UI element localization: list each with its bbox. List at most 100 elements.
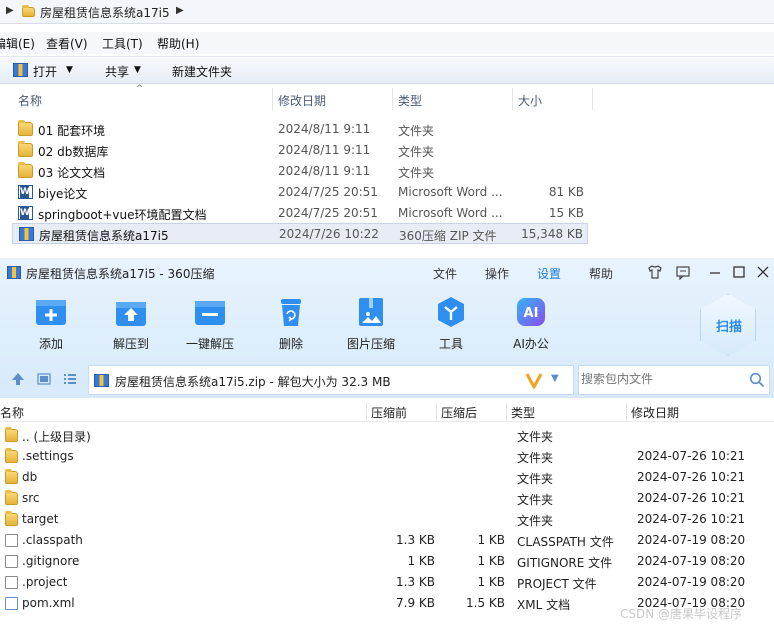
folder-icon [5,490,18,505]
table-row[interactable]: .. (上级目录) 文件夹 [0,425,774,446]
word-document-icon [18,185,33,199]
column-size[interactable]: 大小 [518,92,542,109]
folder-icon [5,511,18,526]
table-row[interactable]: .classpath 1.3 KB 1 KB CLASSPATH 文件 2024… [0,530,774,551]
app-logo-icon [7,266,21,279]
chevron-down-icon[interactable]: ▼ [66,65,73,75]
column-before[interactable]: 压缩前 [371,404,407,421]
chevron-right-icon[interactable]: ▶ [6,5,14,16]
chevron-down-icon[interactable]: ▼ [134,65,141,75]
breadcrumb[interactable]: 房屋租赁信息系统a17i5 [40,4,170,21]
menu-help[interactable]: 帮助(H) [157,35,199,52]
extract-to-icon [115,296,147,328]
list-item-selected[interactable]: 房屋租赁信息系统a17i5 2024/7/26 10:22 360压缩 ZIP … [12,223,588,244]
skin-icon[interactable] [647,264,663,284]
tools-button[interactable]: 工具 [421,296,481,356]
menu-file[interactable]: 文件 [433,265,457,282]
list-item[interactable]: biye论文 2024/7/25 20:51 Microsoft Word ..… [12,182,588,203]
add-button[interactable]: 添加 [21,296,81,356]
column-date[interactable]: 修改日期 [278,92,326,109]
file-icon [5,576,18,589]
tools-icon [435,296,467,328]
table-row[interactable]: target 文件夹 2024-07-26 10:21 [0,509,774,530]
list-item[interactable]: 01 配套环境 2024/8/11 9:11 文件夹 [12,119,588,140]
column-date[interactable]: 修改日期 [631,404,679,421]
xml-file-icon [5,597,18,610]
minimize-icon[interactable] [708,264,722,284]
scan-button[interactable]: 扫描 [700,294,756,356]
window-title: 房屋租赁信息系统a17i5 - 360压缩 [26,267,215,281]
image-compress-button[interactable]: 图片压缩 [341,296,401,356]
ai-office-icon: AI [515,296,547,328]
list-item[interactable]: springboot+vue环境配置文档 2024/7/25 20:51 Mic… [12,203,588,224]
zip-header: 房屋租赁信息系统a17i5 - 360压缩 文件 操作 设置 帮助 添加 解压到… [0,258,774,398]
folder-icon [5,427,18,442]
table-row[interactable]: .settings 文件夹 2024-07-26 10:21 [0,446,774,467]
delete-button[interactable]: 删除 [261,296,321,356]
explorer-column-header: ^ 名称 修改日期 类型 大小 [0,84,600,112]
view-list-icon[interactable] [63,372,77,389]
file-icon [5,555,18,568]
word-document-icon [18,206,33,220]
zip-archive-icon [19,227,34,241]
menu-tools[interactable]: 工具(T) [102,35,143,52]
chevron-right-icon[interactable]: ▶ [176,5,184,16]
explorer-toolbar: 打开 ▼ 共享 ▼ 新建文件夹 [0,56,774,84]
archive-path-text: 房屋租赁信息系统a17i5.zip - 解包大小为 32.3 MB [115,375,391,389]
folder-icon [5,469,18,484]
view-thumbnail-icon[interactable] [37,372,51,389]
extract-to-button[interactable]: 解压到 [101,296,161,356]
vip-icon[interactable] [525,371,543,392]
archive-path-box[interactable]: 房屋租赁信息系统a17i5.zip - 解包大小为 32.3 MB ▼ [88,365,574,395]
table-row[interactable]: src 文件夹 2024-07-26 10:21 [0,488,774,509]
sort-arrow-icon: ^ [136,84,144,94]
zip-360-window: 房屋租赁信息系统a17i5 - 360压缩 文件 操作 设置 帮助 添加 解压到… [0,258,774,627]
file-icon [5,534,18,547]
list-item[interactable]: 03 论文文档 2024/8/11 9:11 文件夹 [12,161,588,182]
folder-icon [18,162,33,178]
new-folder-button[interactable]: 新建文件夹 [172,63,232,80]
table-row[interactable]: .gitignore 1 KB 1 KB GITIGNORE 文件 2024-0… [0,551,774,572]
zip-archive-icon [94,374,109,387]
one-click-extract-icon [194,296,226,328]
column-type[interactable]: 类型 [511,404,535,421]
menu-bar: 编辑(E) 查看(V) 工具(T) 帮助(H) [0,32,774,54]
zip-column-header: 名称 压缩前 压缩后 类型 修改日期 [0,402,774,422]
file-explorer-window: ▶ 房屋租赁信息系统a17i5 ▶ 编辑(E) 查看(V) 工具(T) 帮助(H… [0,0,774,258]
search-box[interactable] [578,365,770,395]
maximize-icon[interactable] [732,264,746,284]
column-after[interactable]: 压缩后 [441,404,477,421]
table-row[interactable]: db 文件夹 2024-07-26 10:21 [0,467,774,488]
open-button[interactable]: 打开 [33,63,57,80]
list-item[interactable]: 02 db数据库 2024/8/11 9:11 文件夹 [12,140,588,161]
up-arrow-icon[interactable] [11,372,25,389]
chevron-down-icon[interactable]: ▼ [551,373,559,384]
add-icon [35,296,67,328]
zip-nav-bar: 房屋租赁信息系统a17i5.zip - 解包大小为 32.3 MB ▼ [0,362,774,398]
svg-text:AI: AI [524,306,539,321]
menu-edit[interactable]: 编辑(E) [0,35,35,52]
folder-icon [18,120,33,136]
address-bar[interactable]: ▶ 房屋租赁信息系统a17i5 ▶ [0,0,774,24]
column-name[interactable]: 名称 [0,404,24,421]
folder-icon [18,141,33,157]
one-click-extract-button[interactable]: 一键解压 [180,296,240,356]
image-compress-icon [355,296,387,328]
menu-settings[interactable]: 设置 [537,265,561,282]
menu-operate[interactable]: 操作 [485,265,509,282]
folder-icon [5,448,18,463]
search-input[interactable] [581,372,741,386]
feedback-icon[interactable] [675,264,691,284]
search-icon[interactable] [749,372,765,391]
delete-icon [275,296,307,328]
open-icon [13,63,28,77]
column-name[interactable]: 名称 [18,92,42,109]
menu-help[interactable]: 帮助 [589,265,613,282]
close-icon[interactable] [756,264,770,284]
ai-office-button[interactable]: AI AI办公 [501,296,561,356]
column-type[interactable]: 类型 [398,92,422,109]
share-button[interactable]: 共享 [105,63,129,80]
menu-view[interactable]: 查看(V) [46,35,88,52]
table-row[interactable]: .project 1.3 KB 1 KB PROJECT 文件 2024-07-… [0,572,774,593]
folder-icon [22,5,35,17]
